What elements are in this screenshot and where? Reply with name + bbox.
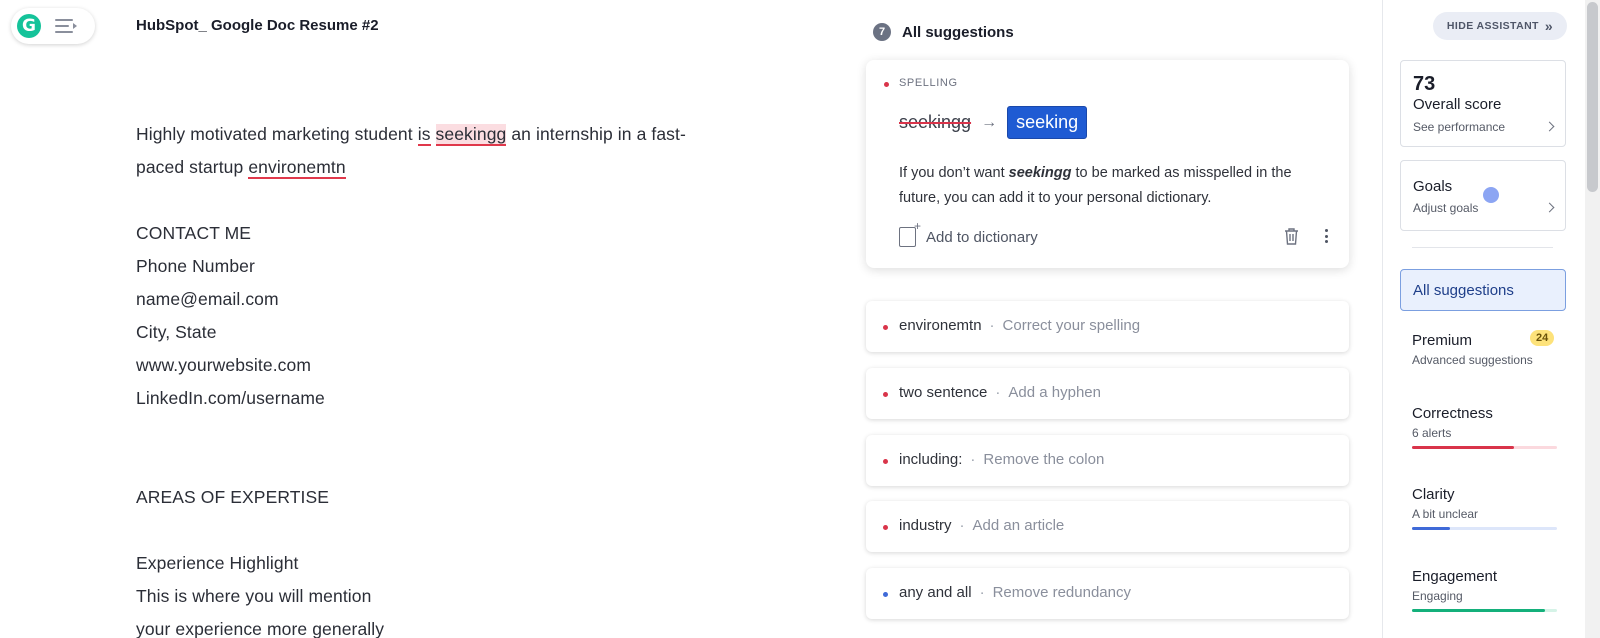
hide-assistant-label: HIDE ASSISTANT xyxy=(1446,20,1539,32)
suggestion-explanation: If you don’t want seekingg to be marked … xyxy=(899,165,1292,206)
chevron-right-icon xyxy=(1544,202,1555,213)
correctness-meter-fill xyxy=(1412,446,1514,449)
severity-dot xyxy=(883,392,888,397)
chevron-right-icon xyxy=(1544,121,1555,132)
menu-icon[interactable] xyxy=(55,18,77,34)
goals-label: Goals xyxy=(1413,178,1453,195)
doc-line[interactable]: Phone Number xyxy=(136,256,255,277)
suggestion-card-expanded[interactable]: SPELLING seekingg → seeking If you don’t… xyxy=(866,60,1349,268)
category-name: Clarity xyxy=(1412,486,1455,503)
category-subtitle: Advanced suggestions xyxy=(1412,353,1533,367)
doc-text: an internship in a fast- xyxy=(506,124,686,144)
all-suggestions-tab[interactable]: All suggestions xyxy=(1400,269,1566,311)
suggestion-category: SPELLING xyxy=(899,77,958,89)
correctness-category[interactable]: Correctness 6 alerts xyxy=(1412,405,1557,449)
suggestions-header: 7 All suggestions xyxy=(873,23,1014,41)
suggestion-row-text: environemtn · Correct your spelling xyxy=(899,317,1141,334)
engagement-meter-fill xyxy=(1412,609,1546,612)
doc-line[interactable]: LinkedIn.com/username xyxy=(136,388,325,409)
flagged-word-active[interactable]: seekingg xyxy=(435,124,507,146)
dictionary-add-icon xyxy=(899,219,921,247)
clarity-category[interactable]: Clarity A bit unclear xyxy=(1412,486,1557,530)
doc-line[interactable]: Experience Highlight xyxy=(136,553,299,574)
hide-assistant-button[interactable]: HIDE ASSISTANT » xyxy=(1433,12,1567,40)
category-subtitle: 6 alerts xyxy=(1412,426,1452,440)
severity-dot xyxy=(883,525,888,530)
doc-line[interactable]: paced startup environemtn xyxy=(136,157,346,179)
clarity-meter-fill xyxy=(1412,527,1450,530)
suggestion-card[interactable]: industry · Add an article xyxy=(866,501,1349,552)
divider xyxy=(1412,247,1553,248)
doc-line[interactable]: name@email.com xyxy=(136,289,279,310)
document-title: HubSpot_ Google Doc Resume #2 xyxy=(136,17,379,34)
suggestion-row-text: including: · Remove the colon xyxy=(899,451,1105,468)
doc-line[interactable]: your experience more generally xyxy=(136,619,384,638)
mouse-cursor-indicator xyxy=(1483,187,1499,203)
premium-category[interactable]: Premium Advanced suggestions 24 xyxy=(1412,330,1557,367)
more-options-icon[interactable] xyxy=(1323,227,1329,245)
overall-score-value: 73 xyxy=(1413,73,1436,95)
doc-text: paced startup xyxy=(136,157,249,177)
severity-dot xyxy=(883,325,888,330)
flagged-word[interactable]: is xyxy=(417,124,431,146)
suggestions-count-badge: 7 xyxy=(873,23,891,41)
category-name: Engagement xyxy=(1412,568,1498,585)
engagement-meter xyxy=(1412,609,1557,612)
suggestion-card[interactable]: including: · Remove the colon xyxy=(866,435,1349,486)
add-to-dictionary-button[interactable]: Add to dictionary xyxy=(899,219,1038,247)
suggestion-row-text: industry · Add an article xyxy=(899,517,1065,534)
doc-line[interactable]: City, State xyxy=(136,322,217,343)
clarity-meter xyxy=(1412,527,1557,530)
severity-dot xyxy=(883,592,888,597)
suggestion-card[interactable]: environemtn · Correct your spelling xyxy=(866,301,1349,352)
suggestion-row-text: any and all · Remove redundancy xyxy=(899,584,1131,601)
suggestion-row-text: two sentence · Add a hyphen xyxy=(899,384,1101,401)
correctness-meter xyxy=(1412,446,1557,449)
trash-icon[interactable] xyxy=(1284,227,1299,245)
doc-line[interactable]: CONTACT ME xyxy=(136,223,251,244)
grammarly-logo-icon[interactable]: G xyxy=(17,14,41,38)
adjust-goals-link[interactable]: Adjust goals xyxy=(1413,201,1478,215)
severity-dot xyxy=(883,459,888,464)
premium-count-badge: 24 xyxy=(1530,330,1555,346)
accept-suggestion-button[interactable]: seeking xyxy=(1007,106,1088,139)
double-chevron-right-icon: » xyxy=(1544,18,1554,34)
doc-line[interactable]: This is where you will mention xyxy=(136,586,371,607)
assistant-sidebar: HIDE ASSISTANT » 73 Overall score See pe… xyxy=(1382,0,1568,638)
doc-line[interactable]: Highly motivated marketing student is se… xyxy=(136,124,686,146)
category-subtitle: A bit unclear xyxy=(1412,507,1479,521)
suggestion-card[interactable]: any and all · Remove redundancy xyxy=(866,568,1349,619)
page-scrollbar[interactable] xyxy=(1585,0,1600,638)
engagement-category[interactable]: Engagement Engaging xyxy=(1412,568,1557,612)
doc-line[interactable]: www.yourwebsite.com xyxy=(136,355,311,376)
scrollbar-thumb[interactable] xyxy=(1587,2,1598,192)
add-to-dictionary-label: Add to dictionary xyxy=(926,228,1038,246)
overall-score-card[interactable]: 73 Overall score See performance xyxy=(1400,60,1566,147)
doc-text: Highly motivated marketing student xyxy=(136,124,418,144)
suggestions-title: All suggestions xyxy=(902,23,1014,41)
severity-dot xyxy=(884,82,889,87)
arrow-right-icon: → xyxy=(981,113,998,131)
grammarly-pill[interactable]: G xyxy=(11,8,95,44)
category-subtitle: Engaging xyxy=(1412,589,1463,603)
doc-line[interactable]: AREAS OF EXPERTISE xyxy=(136,487,329,508)
overall-score-label: Overall score xyxy=(1413,96,1502,113)
fix-row: seekingg → seeking xyxy=(899,106,1088,139)
doc-text xyxy=(431,124,436,144)
flagged-word[interactable]: environemtn xyxy=(248,157,346,179)
suggestion-card[interactable]: two sentence · Add a hyphen xyxy=(866,368,1349,419)
original-word: seekingg xyxy=(899,112,972,132)
goals-card[interactable]: Goals Adjust goals xyxy=(1400,160,1566,231)
category-name: Correctness xyxy=(1412,405,1493,422)
see-performance-link[interactable]: See performance xyxy=(1413,120,1505,134)
